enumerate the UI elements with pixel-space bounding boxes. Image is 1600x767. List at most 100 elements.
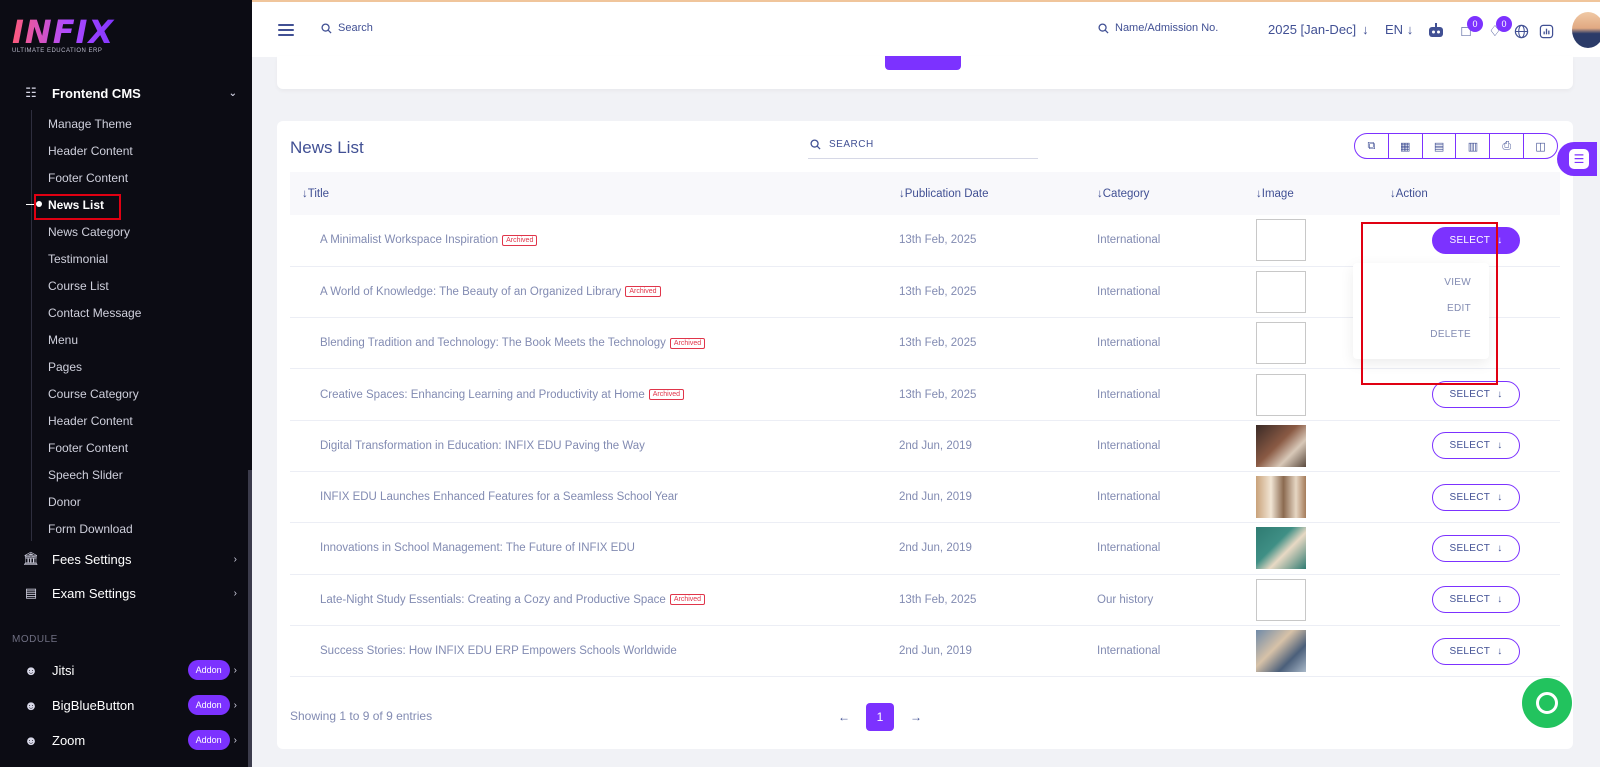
logo[interactable]: INFIX ULTIMATE EDUCATION ERP bbox=[12, 14, 122, 62]
chat-badge: 0 bbox=[1467, 16, 1483, 32]
sidebar-item-manage-theme[interactable]: Manage Theme bbox=[48, 115, 132, 133]
columns-icon[interactable]: ◫ bbox=[1524, 134, 1557, 158]
cell-title: INFIX EDU Launches Enhanced Features for… bbox=[290, 471, 899, 524]
bell-icon[interactable]: ♢ 0 bbox=[1484, 16, 1512, 42]
copy-icon[interactable]: ⧉ bbox=[1355, 134, 1389, 158]
select-action-button[interactable]: SELECT ↓ bbox=[1432, 586, 1520, 614]
cell-title: Late-Night Study Essentials: Creating a … bbox=[290, 574, 899, 626]
globe-icon[interactable] bbox=[1510, 20, 1532, 42]
whatsapp-fab[interactable] bbox=[1522, 678, 1572, 728]
sidebar-item-course-list[interactable]: Course List bbox=[48, 277, 109, 295]
cell-date: 13th Feb, 2025 bbox=[899, 215, 1097, 267]
image-placeholder bbox=[1256, 270, 1306, 313]
archived-badge: Archived bbox=[669, 594, 706, 606]
column-header-date[interactable]: ↓Publication Date bbox=[899, 172, 1097, 215]
cell-image bbox=[1256, 522, 1390, 575]
chat-icon[interactable]: □ 0 bbox=[1455, 16, 1483, 42]
session-selector[interactable]: 2025 [Jan-Dec] ↓ bbox=[1268, 22, 1369, 37]
csv-icon[interactable]: ▤ bbox=[1423, 134, 1457, 158]
module-item-zoom[interactable]: ☻ Zoom Addon › bbox=[22, 727, 237, 753]
news-thumbnail bbox=[1256, 476, 1306, 519]
sidebar-group-exam-settings[interactable]: ▤ Exam Settings › bbox=[22, 580, 237, 606]
export-button-group: ⧉ ▦ ▤ ▥ ⎙ ◫ bbox=[1354, 133, 1558, 159]
active-tick bbox=[26, 204, 34, 205]
page-button-current[interactable]: 1 bbox=[866, 703, 894, 731]
sidebar-item-menu[interactable]: Menu bbox=[48, 331, 78, 349]
cell-title: Creative Spaces: Enhancing Learning and … bbox=[290, 368, 899, 421]
cell-date: 2nd Jun, 2019 bbox=[899, 625, 1097, 678]
session-value: 2025 [Jan-Dec] bbox=[1268, 22, 1357, 37]
student-search[interactable]: Name/Admission No. bbox=[1098, 22, 1218, 34]
sidebar-item-contact-message[interactable]: Contact Message bbox=[48, 304, 141, 322]
cms-icon: ☷ bbox=[25, 85, 37, 100]
archived-badge: Archived bbox=[625, 286, 661, 298]
top-search[interactable]: Search bbox=[321, 22, 373, 34]
cell-title: A Minimalist Workspace Inspiration Archiv… bbox=[290, 215, 899, 267]
select-action-button[interactable]: SELECT ↓ bbox=[1432, 483, 1520, 511]
cell-title: Innovations in School Management: The Fu… bbox=[290, 522, 899, 575]
next-page-icon[interactable]: → bbox=[910, 710, 922, 724]
cell-category: International bbox=[1097, 266, 1256, 319]
sidebar-item-speech-slider[interactable]: Speech Slider bbox=[48, 466, 123, 484]
image-placeholder bbox=[1256, 219, 1306, 262]
prev-page-icon[interactable]: ← bbox=[838, 710, 850, 724]
sidebar-item-form-download[interactable]: Form Download bbox=[48, 520, 133, 538]
sidebar-item-header-content-2[interactable]: Header Content bbox=[48, 412, 133, 430]
highlight-box-action bbox=[1361, 222, 1498, 385]
column-header-category[interactable]: ↓Category bbox=[1097, 172, 1256, 215]
image-placeholder bbox=[1256, 322, 1306, 365]
cell-action: SELECT ↓ bbox=[1390, 625, 1560, 678]
table-search-input[interactable]: SEARCH bbox=[808, 131, 1038, 159]
image-placeholder bbox=[1256, 578, 1306, 621]
sidebar-item-testimonial[interactable]: Testimonial bbox=[48, 250, 108, 268]
sidebar-item-donor[interactable]: Donor bbox=[48, 493, 81, 511]
previous-card-button[interactable] bbox=[885, 56, 961, 70]
sidebar-item-header-content[interactable]: Header Content bbox=[48, 142, 133, 160]
sidebar-section-frontend-cms[interactable]: ☷ Frontend CMS ⌄ bbox=[22, 80, 237, 106]
chevron-right-icon: › bbox=[233, 664, 237, 676]
document-icon: ▤ bbox=[24, 585, 38, 600]
module-label: BigBlueButton bbox=[52, 697, 135, 713]
cell-date: 13th Feb, 2025 bbox=[899, 317, 1097, 370]
column-header-action[interactable]: ↓Action bbox=[1390, 172, 1560, 215]
news-thumbnail bbox=[1256, 630, 1306, 673]
column-header-image[interactable]: ↓Image bbox=[1256, 172, 1390, 215]
column-header-title[interactable]: ↓Title bbox=[290, 172, 899, 215]
module-section-label: MODULE bbox=[12, 634, 58, 645]
table-search-placeholder: SEARCH bbox=[829, 139, 874, 150]
sidebar-item-course-category[interactable]: Course Category bbox=[48, 385, 139, 403]
avatar[interactable] bbox=[1572, 12, 1600, 48]
hamburger-menu-icon[interactable] bbox=[278, 24, 294, 36]
news-thumbnail bbox=[1256, 424, 1306, 467]
previous-card bbox=[277, 56, 1573, 89]
sidebar-item-footer-content-2[interactable]: Footer Content bbox=[48, 439, 128, 457]
sidebar-item-footer-content[interactable]: Footer Content bbox=[48, 169, 128, 187]
module-item-jitsi[interactable]: ☻ Jitsi Addon › bbox=[22, 657, 237, 683]
chevron-right-icon: › bbox=[233, 587, 237, 599]
image-placeholder bbox=[1256, 373, 1306, 416]
select-action-button[interactable]: SELECT ↓ bbox=[1432, 637, 1520, 665]
sidebar: INFIX ULTIMATE EDUCATION ERP ☷ Frontend … bbox=[0, 0, 252, 767]
sidebar-item-news-category[interactable]: News Category bbox=[48, 223, 130, 241]
module-item-bigbluebutton[interactable]: ☻ BigBlueButton Addon › bbox=[22, 692, 237, 718]
analytics-icon[interactable] bbox=[1535, 20, 1557, 42]
select-action-button[interactable]: SELECT ↓ bbox=[1432, 432, 1520, 460]
select-action-button[interactable]: SELECT ↓ bbox=[1432, 534, 1520, 562]
excel-icon[interactable]: ▦ bbox=[1389, 134, 1423, 158]
cell-action: SELECT ↓ bbox=[1390, 574, 1560, 626]
robot-icon[interactable] bbox=[1425, 20, 1447, 42]
select-action-button[interactable]: SELECT ↓ bbox=[1432, 381, 1520, 409]
sidebar-section-label: Frontend CMS bbox=[52, 85, 141, 101]
cell-category: Our history bbox=[1097, 574, 1256, 626]
person-icon: ☻ bbox=[24, 662, 38, 678]
print-icon[interactable]: ⎙ bbox=[1490, 134, 1525, 158]
sidebar-scrollbar[interactable] bbox=[248, 470, 252, 767]
sidebar-item-pages[interactable]: Pages bbox=[48, 358, 82, 376]
sidebar-group-label: Exam Settings bbox=[52, 585, 136, 601]
language-selector[interactable]: EN ↓ bbox=[1385, 22, 1413, 37]
cell-title: Digital Transformation in Education: INF… bbox=[290, 420, 899, 472]
cart-fab[interactable]: ☰ bbox=[1557, 142, 1597, 176]
pdf-icon[interactable]: ▥ bbox=[1456, 134, 1491, 158]
whatsapp-icon bbox=[1536, 692, 1558, 714]
sidebar-group-fees-settings[interactable]: 🏛 Fees Settings › bbox=[22, 546, 237, 572]
